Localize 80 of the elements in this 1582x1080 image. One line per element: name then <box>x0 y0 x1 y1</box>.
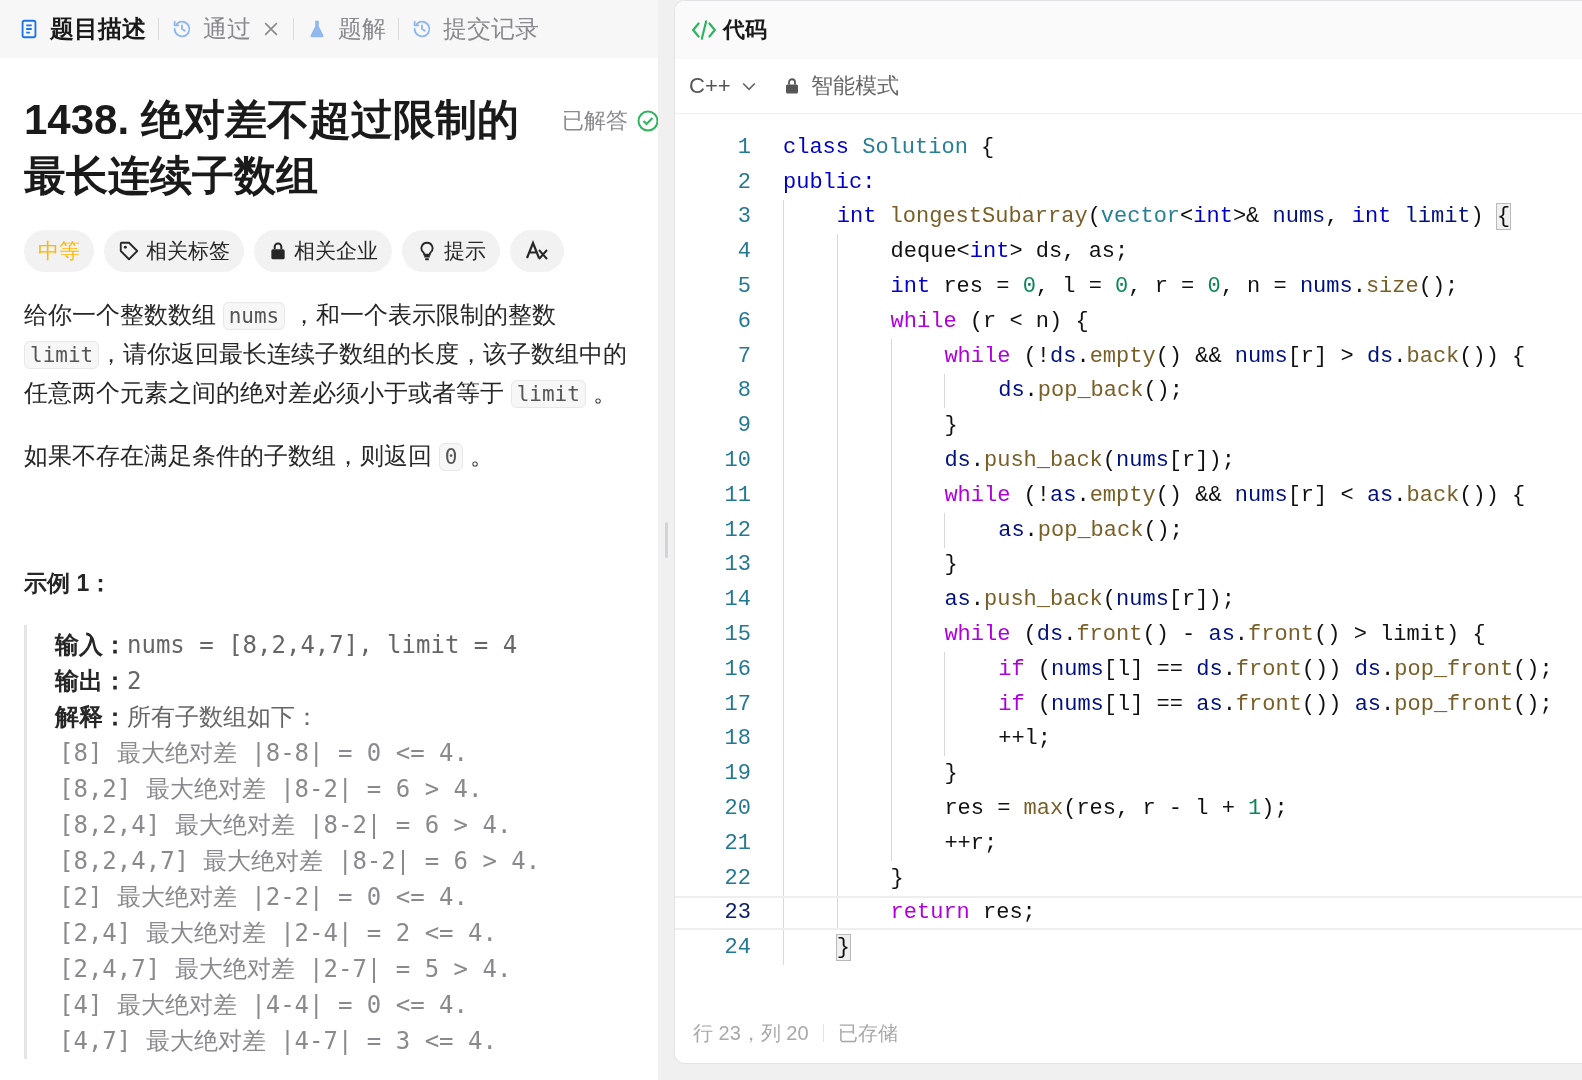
description-text: 给你一个整数数组 nums ，和一个表示限制的整数 limit ，请你返回最长连续子数组的长度，该子数组中的任意两个元素之间的绝对差必须小于或者等于 limit 。 <box>24 300 629 410</box>
example-line: 输出：2 <box>55 666 143 697</box>
example-heading: 示例 1： <box>24 569 114 598</box>
line-number: 13 <box>723 552 751 578</box>
code-line: public: <box>783 168 876 197</box>
example-line: [2] 最大绝对差 |2-2| = 0 <= 4. <box>58 882 469 913</box>
language-dropdown[interactable]: C++ <box>689 73 759 99</box>
lock-icon <box>268 241 288 261</box>
tag-button[interactable]: 相关标签 <box>104 230 244 272</box>
example-line: [8,2] 最大绝对差 |8-2| = 6 > 4. <box>58 774 484 805</box>
line-number: 1 <box>736 134 751 160</box>
code-icon <box>689 17 719 43</box>
code-line: as.push_back(nums[r]); <box>944 586 1235 615</box>
tab[interactable]: 题目描述 <box>18 13 146 45</box>
code-line: while (ds.front() - as.front() > limit) { <box>944 621 1486 650</box>
line-number: 11 <box>723 482 751 508</box>
code-line: if (nums[l] == as.front()) as.pop_front(); <box>998 690 1553 719</box>
example-line: [8,2,4] 最大绝对差 |8-2| = 6 > 4. <box>58 810 513 841</box>
line-number: 19 <box>723 761 751 787</box>
panel-title: 代码 <box>723 16 767 44</box>
line-number: 14 <box>723 587 751 613</box>
history-icon <box>411 18 433 40</box>
code-line: ++r; <box>944 829 998 858</box>
code-line: return res; <box>890 899 1036 928</box>
line-number: 20 <box>723 796 751 822</box>
code-line: } <box>890 864 904 893</box>
description-text: 如果不存在满足条件的子数组，则返回 0 。 <box>24 441 495 473</box>
example-line: [4] 最大绝对差 |4-4| = 0 <= 4. <box>58 990 469 1021</box>
line-number: 16 <box>723 656 751 682</box>
history-icon <box>171 18 193 40</box>
line-number: 3 <box>736 204 751 230</box>
tag-button[interactable]: 提示 <box>402 230 500 272</box>
example-line: [4,7] 最大绝对差 |4-7| = 3 <= 4. <box>58 1026 498 1057</box>
code-line: if (nums[l] == ds.front()) ds.pop_front(); <box>998 655 1553 684</box>
example-line: 输入：nums = [8,2,4,7], limit = 4 <box>55 630 519 661</box>
code-line: while (r < n) { <box>890 307 1089 336</box>
example-line: 解释：所有子数组如下： <box>55 702 320 733</box>
tag-icon <box>118 240 140 262</box>
save-status: 已存储 <box>837 1020 898 1046</box>
line-number: 24 <box>723 935 751 961</box>
line-number: 15 <box>723 622 751 648</box>
code-line: res = max(res, r - l + 1); <box>944 795 1288 824</box>
line-number: 22 <box>723 865 751 891</box>
example-line: [2,4,7] 最大绝对差 |2-7| = 5 > 4. <box>58 954 513 985</box>
code-line: int res = 0, l = 0, r = 0, n = nums.size(); <box>890 273 1459 302</box>
mode-button[interactable]: 智能模式 <box>782 71 899 101</box>
line-number: 5 <box>736 274 751 300</box>
code-line: } <box>944 412 958 441</box>
code-line: deque<int> ds, as; <box>890 238 1129 267</box>
code-line: } <box>944 760 958 789</box>
line-number: 21 <box>723 830 751 856</box>
line-number: 2 <box>736 169 751 195</box>
line-number: 8 <box>736 378 751 404</box>
code-line: } <box>944 551 958 580</box>
code-line: ds.push_back(nums[r]); <box>944 447 1235 476</box>
code-line: while (!ds.empty() && nums[r] > ds.back()) { <box>944 342 1526 371</box>
example-line: [8] 最大绝对差 |8-8| = 0 <= 4. <box>58 738 469 769</box>
problem-title: 1438. 绝对差不超过限制的最长连续子数组 <box>24 95 520 201</box>
tag-button[interactable]: 相关企业 <box>254 230 392 272</box>
line-number: 23 <box>723 900 751 926</box>
line-number: 4 <box>736 239 751 265</box>
line-number: 10 <box>723 448 751 474</box>
code-line: class Solution { <box>783 133 995 162</box>
code-line: ds.pop_back(); <box>998 377 1184 406</box>
code-line: ++l; <box>998 725 1051 754</box>
line-number: 6 <box>736 308 751 334</box>
line-number: 17 <box>723 691 751 717</box>
code-line: as.pop_back(); <box>998 516 1184 545</box>
line-number: 12 <box>723 517 751 543</box>
cursor-position: 行 23，列 20 <box>693 1020 809 1046</box>
translate-button[interactable] <box>510 230 564 272</box>
line-number: 7 <box>736 343 751 369</box>
line-number: 18 <box>723 726 751 752</box>
example-line: [2,4] 最大绝对差 |2-4| = 2 <= 4. <box>58 918 498 949</box>
example-line: [8,2,4,7] 最大绝对差 |8-2| = 6 > 4. <box>58 846 542 877</box>
code-line: int longestSubarray(vector<int>& nums, int limit) { <box>836 203 1511 232</box>
solved-label: 已解答 <box>562 107 628 135</box>
line-number: 9 <box>736 413 751 439</box>
difficulty-tag: 中等 <box>24 230 94 272</box>
code-line: while (!as.empty() && nums[r] < as.back()) { <box>944 481 1526 510</box>
